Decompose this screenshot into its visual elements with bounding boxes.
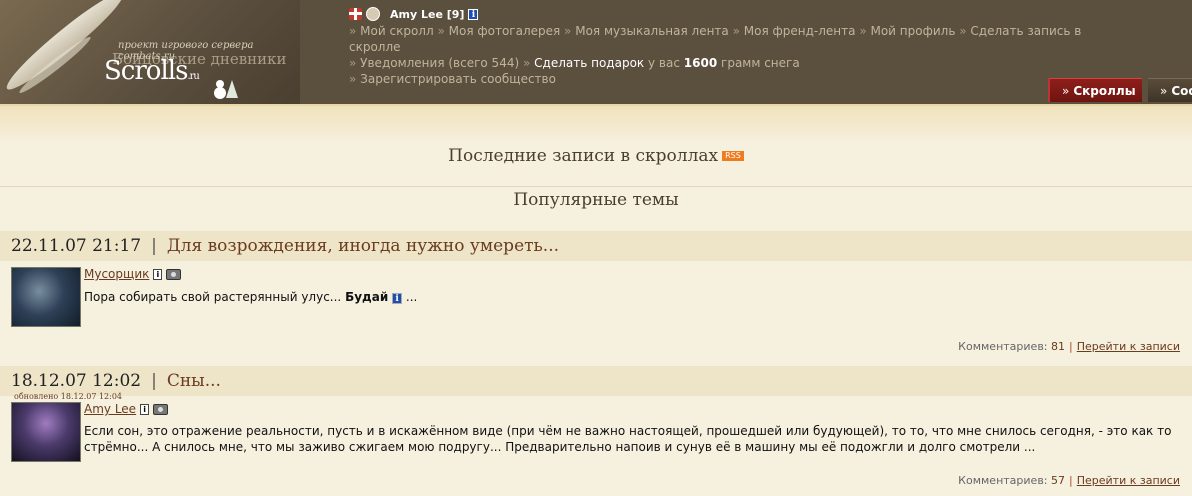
user-info-icon[interactable]: i	[468, 8, 479, 20]
user-nav: » Мой скролл » Моя фотогалерея » Моя муз…	[349, 23, 1109, 87]
post-title[interactable]: Для возрождения, иногда нужно умереть...	[167, 236, 559, 256]
mention-info-icon[interactable]: i	[392, 293, 403, 304]
divider	[0, 186, 1192, 187]
clan-flag-icon	[349, 8, 362, 20]
rss-icon[interactable]: RSS	[722, 151, 744, 161]
goto-post-link[interactable]: Перейти к записи	[1077, 474, 1180, 487]
post-title[interactable]: Сны...	[167, 371, 221, 391]
site-header: Бойцовские дневники проект игрового серв…	[0, 0, 1192, 104]
snowman-icon	[214, 80, 238, 99]
latest-entries-link[interactable]: Последние записи в скроллах	[448, 146, 718, 166]
tab-communities[interactable]: »Соо	[1148, 78, 1192, 102]
tab-scrolls[interactable]: » Скроллы	[1048, 78, 1142, 102]
comment-count: 81	[1051, 340, 1066, 353]
nav-row-2: » Уведомления (всего 544) » Сделать пода…	[349, 56, 800, 70]
nav-my-scroll[interactable]: Мой скролл	[360, 24, 433, 38]
author-link[interactable]: Мусорщик	[84, 267, 149, 281]
nav-notifications[interactable]: Уведомления (всего 544)	[360, 56, 519, 70]
author-avatar[interactable]	[11, 267, 81, 327]
post-author: Мусорщик i	[84, 267, 182, 281]
nav-register-community[interactable]: Зарегистрировать сообщество	[360, 72, 556, 86]
mentioned-user[interactable]: Будай	[345, 290, 388, 304]
nav-my-music[interactable]: Моя музыкальная лента	[575, 24, 729, 38]
nav-make-gift[interactable]: Сделать подарок	[534, 56, 644, 70]
photo-gallery-icon[interactable]	[153, 403, 169, 415]
nav-row-1: » Мой скролл » Моя фотогалерея » Моя муз…	[349, 24, 1082, 54]
post-author: Amy Lee i	[84, 402, 169, 416]
user-align-icon	[366, 7, 380, 21]
user-info: Amy Lee [9] i	[349, 6, 479, 22]
latest-entries-heading: Последние записи в скроллах RSS	[0, 146, 1192, 166]
post-date: 22.11.07 21:17	[11, 236, 142, 256]
user-name[interactable]: Amy Lee [9]	[390, 8, 464, 21]
post-excerpt: Если сон, это отражение реальности, пуст…	[84, 424, 1172, 454]
photo-gallery-icon[interactable]	[166, 268, 182, 280]
nav-row-3: » Зарегистрировать сообщество	[349, 72, 556, 86]
post-header: 22.11.07 21:17 | Для возрождения, иногда н…	[0, 231, 1192, 261]
nav-friend-feed[interactable]: Моя френд-лента	[744, 24, 856, 38]
post-date: 18.12.07 12:02	[11, 371, 142, 391]
nav-my-gallery[interactable]: Моя фотогалерея	[449, 24, 561, 38]
post-header: 18.12.07 12:02 | Сны...	[0, 366, 1192, 396]
logo-title: Scrolls.ru	[104, 56, 200, 86]
snow-amount: 1600	[683, 56, 718, 70]
snow-prefix: у вас	[648, 56, 680, 70]
updated-timestamp: обновлено 18.12.07 12:04	[14, 392, 123, 401]
header-shadow-band	[0, 104, 1192, 144]
goto-post-link[interactable]: Перейти к записи	[1077, 340, 1180, 353]
site-logo[interactable]: Бойцовские дневники проект игрового серв…	[0, 0, 300, 104]
author-info-icon[interactable]: i	[140, 403, 150, 415]
author-link[interactable]: Amy Lee	[84, 402, 136, 416]
author-avatar[interactable]	[11, 402, 81, 462]
post-meta: Комментариев: 81 | Перейти к записи	[958, 340, 1180, 353]
snow-suffix: грамм снега	[721, 56, 800, 70]
author-info-icon[interactable]: i	[153, 268, 163, 280]
post-excerpt: Пора собирать свой растерянный улус... Б…	[84, 290, 418, 304]
popular-topics-heading: Популярные темы	[513, 190, 679, 210]
post-meta: Комментариев: 57 | Перейти к записи	[958, 474, 1180, 487]
nav-my-profile[interactable]: Мой профиль	[870, 24, 955, 38]
comment-count: 57	[1051, 474, 1066, 487]
